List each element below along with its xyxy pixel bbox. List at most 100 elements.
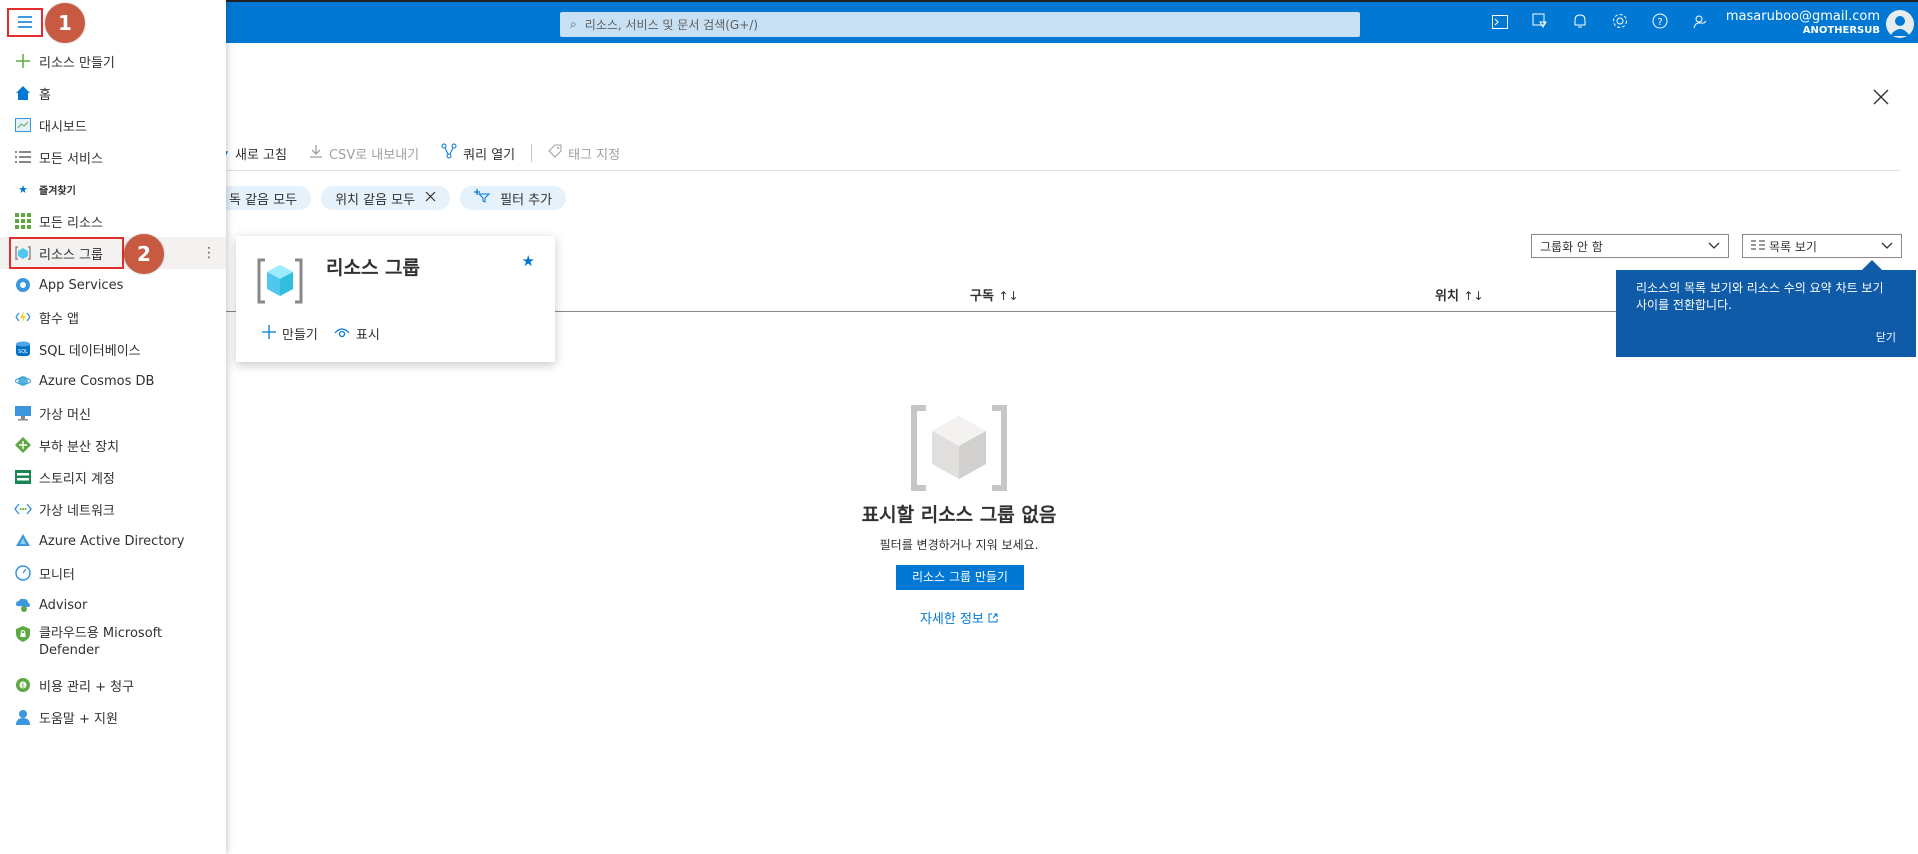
tooltip-arrow bbox=[1862, 260, 1882, 270]
sidebar-item-all-services[interactable]: 모든 서비스 bbox=[0, 141, 226, 173]
directory-filter-icon[interactable] bbox=[1520, 12, 1560, 37]
sidebar-item-label: 모든 서비스 bbox=[39, 151, 103, 167]
tooltip-close-button[interactable]: 닫기 bbox=[1876, 329, 1896, 345]
sidebar-item-virtual-networks[interactable]: 가상 네트워크 bbox=[0, 493, 226, 525]
add-filter-icon bbox=[474, 189, 491, 207]
sidebar-item-label: 모니터 bbox=[39, 567, 75, 583]
tooltip-text: 리소스의 목록 보기와 리소스 수의 요약 차트 보기 사이를 전환합니다. bbox=[1636, 281, 1884, 312]
sidebar-item-defender[interactable]: 클라우드용 Microsoft Defender bbox=[0, 621, 226, 669]
global-search-input[interactable]: ⌕ 리소스, 서비스 및 문서 검색(G+/) bbox=[560, 12, 1360, 37]
learn-more-link[interactable]: 자세한 정보 bbox=[0, 608, 1918, 627]
column-header-subscription[interactable]: 구독 ↑↓ bbox=[970, 285, 1019, 304]
add-filter-button[interactable]: 필터 추가 bbox=[460, 186, 567, 210]
sidebar-item-storage-accounts[interactable]: 스토리지 계정 bbox=[0, 461, 226, 493]
create-resource-group-button[interactable]: 리소스 그룹 만들기 bbox=[896, 565, 1024, 590]
open-query-button[interactable]: 쿼리 열기 bbox=[441, 143, 515, 163]
sidebar-nav-list: 리소스 만들기 홈 대시보드 모든 서비스 ★ 즐겨찾기 모든 리소스 리소스 … bbox=[0, 45, 226, 733]
download-icon bbox=[309, 144, 323, 162]
sidebar-item-label: 가상 네트워크 bbox=[39, 503, 115, 519]
account-email: masaruboo@gmail.com bbox=[1725, 9, 1880, 24]
learn-more-label: 자세한 정보 bbox=[919, 612, 984, 627]
card-show-button[interactable]: 표시 bbox=[334, 324, 380, 343]
resource-groups-hover-card: 리소스 그룹 ★ 만들기 표시 bbox=[236, 236, 555, 362]
notifications-icon[interactable] bbox=[1560, 12, 1600, 37]
cloud-shell-icon[interactable] bbox=[1480, 12, 1520, 37]
defender-icon bbox=[14, 625, 32, 643]
subscription-filter-pill[interactable]: 독 같음 모두 bbox=[215, 186, 312, 210]
avatar[interactable] bbox=[1886, 10, 1914, 38]
query-icon bbox=[441, 143, 457, 163]
virtual-network-icon bbox=[14, 500, 32, 518]
location-filter-pill[interactable]: 위치 같음 모두 bbox=[321, 186, 451, 210]
sidebar-item-label: 비용 관리 + 청구 bbox=[39, 679, 135, 695]
list-view-icon bbox=[1751, 239, 1765, 253]
sidebar-item-label: Advisor bbox=[39, 597, 88, 613]
export-csv-label: CSV로 내보내기 bbox=[328, 147, 420, 163]
sidebar-item-all-resources[interactable]: 모든 리소스 bbox=[0, 205, 226, 237]
chevron-down-icon bbox=[1708, 239, 1720, 253]
card-create-button[interactable]: 만들기 bbox=[262, 324, 318, 343]
column-header-location[interactable]: 위치 ↑↓ bbox=[1435, 285, 1484, 304]
sidebar-item-label: 가상 머신 bbox=[39, 407, 91, 423]
sidebar-item-dashboard[interactable]: 대시보드 bbox=[0, 109, 226, 141]
monitor-icon bbox=[14, 564, 32, 582]
svg-text:?: ? bbox=[1657, 17, 1662, 28]
more-options-icon[interactable]: ⋮ bbox=[202, 245, 216, 261]
card-show-label: 표시 bbox=[355, 328, 380, 343]
sidebar-item-load-balancers[interactable]: 부하 분산 장치 bbox=[0, 429, 226, 461]
sidebar-item-label: 부하 분산 장치 bbox=[39, 439, 120, 455]
favorite-star-icon[interactable]: ★ bbox=[522, 252, 535, 270]
card-actions: 만들기 표시 bbox=[262, 324, 380, 343]
sidebar-item-cosmos-db[interactable]: Azure Cosmos DB bbox=[0, 365, 226, 397]
refresh-label: 새로 고침 bbox=[235, 147, 287, 163]
subscription-filter-label: 독 같음 모두 bbox=[229, 192, 298, 208]
sidebar-item-label: Azure Active Directory bbox=[39, 533, 185, 549]
sidebar-item-advisor[interactable]: Advisor bbox=[0, 589, 226, 621]
sort-icon: ↑↓ bbox=[1463, 289, 1484, 303]
sidebar-item-create-resource[interactable]: 리소스 만들기 bbox=[0, 45, 226, 77]
top-icon-group: ? bbox=[1480, 12, 1720, 37]
sidebar-item-label: 클라우드용 Microsoft Defender bbox=[39, 626, 163, 658]
remove-filter-icon[interactable] bbox=[425, 190, 436, 206]
sidebar-item-sql-databases[interactable]: SQL SQL 데이터베이스 bbox=[0, 333, 226, 365]
feedback-icon[interactable] bbox=[1680, 12, 1720, 37]
external-link-icon bbox=[988, 612, 998, 627]
sidebar-item-cost-management[interactable]: $ 비용 관리 + 청구 bbox=[0, 669, 226, 701]
sidebar-item-label: 함수 앱 bbox=[39, 311, 80, 327]
sidebar-item-app-services[interactable]: App Services bbox=[0, 269, 226, 301]
home-icon bbox=[14, 84, 32, 102]
column-header-label: 구독 bbox=[970, 289, 994, 304]
account-info[interactable]: masaruboo@gmail.com ANOTHERSUB bbox=[1726, 9, 1880, 36]
load-balancer-icon bbox=[14, 436, 32, 454]
plus-icon bbox=[262, 324, 276, 343]
settings-icon[interactable] bbox=[1600, 12, 1640, 37]
toolbar-separator bbox=[531, 144, 533, 162]
export-csv-button[interactable]: CSV로 내보내기 bbox=[309, 144, 419, 163]
sidebar-item-help-support[interactable]: 도움말 + 지원 bbox=[0, 701, 226, 733]
empty-state-title: 표시할 리소스 그룹 없음 bbox=[861, 504, 1057, 526]
assign-tags-button[interactable]: 태그 지정 bbox=[548, 144, 620, 163]
grouping-select[interactable]: 그룹화 안 함 bbox=[1531, 234, 1729, 258]
assign-tags-label: 태그 지정 bbox=[568, 147, 621, 163]
sidebar-item-home[interactable]: 홈 bbox=[0, 77, 226, 109]
close-blade-button[interactable] bbox=[1873, 86, 1889, 111]
hamburger-menu-button[interactable] bbox=[7, 8, 43, 37]
cost-management-icon: $ bbox=[14, 676, 32, 694]
sidebar-item-virtual-machines[interactable]: 가상 머신 bbox=[0, 397, 226, 429]
grid-icon bbox=[14, 212, 32, 230]
top-bar: ⌕ 리소스, 서비스 및 문서 검색(G+/) ? masaruboo@gmai… bbox=[0, 0, 1918, 43]
sidebar-item-label: 리소스 만들기 bbox=[39, 55, 115, 71]
view-mode-select[interactable]: 목록 보기 bbox=[1742, 234, 1902, 258]
sidebar-item-active-directory[interactable]: Azure Active Directory bbox=[0, 525, 226, 557]
resource-group-icon bbox=[255, 256, 305, 310]
svg-text:$: $ bbox=[21, 683, 25, 690]
sidebar-item-label: Azure Cosmos DB bbox=[39, 373, 155, 389]
help-icon[interactable]: ? bbox=[1640, 12, 1680, 37]
empty-resource-group-icon bbox=[908, 402, 1010, 498]
chevron-down-icon bbox=[1881, 239, 1893, 253]
sort-icon: ↑↓ bbox=[998, 289, 1019, 303]
search-icon: ⌕ bbox=[570, 17, 577, 31]
sidebar-item-monitor[interactable]: 모니터 bbox=[0, 557, 226, 589]
svg-text:SQL: SQL bbox=[18, 349, 28, 355]
sidebar-item-function-apps[interactable]: 함수 앱 bbox=[0, 301, 226, 333]
